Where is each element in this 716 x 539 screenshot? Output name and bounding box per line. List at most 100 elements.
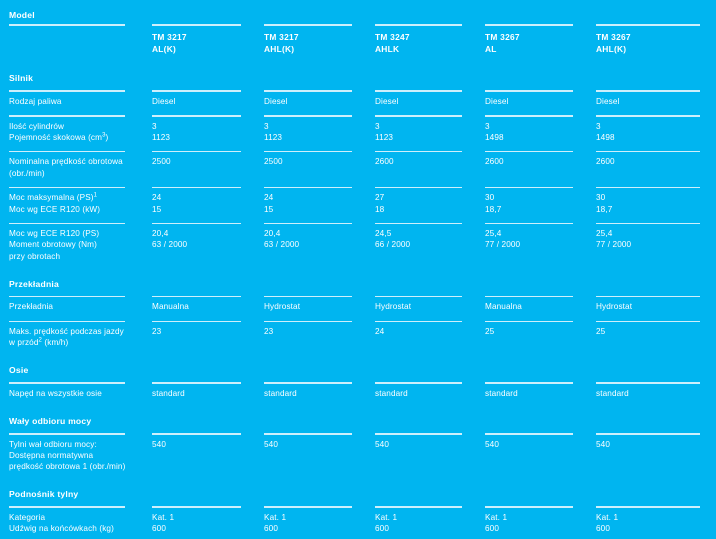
cell-cylinders-displacement-1: 3 1123 <box>145 112 257 148</box>
divider-rule <box>596 433 701 435</box>
cell-value-ece-ps: 25,4 <box>596 229 613 239</box>
row-label-max-power: Moc maksymalna (PS)1 <box>9 192 135 203</box>
divider-rule <box>596 506 701 508</box>
cell-cylinders-displacement-4: 3 1498 <box>478 112 589 148</box>
cell-value-category: Kat. 1 <box>375 512 398 522</box>
row-label-category: Kategoria <box>9 512 46 522</box>
row-all-wheel-drive: Napęd na wszystkie osie standard standar… <box>0 379 716 404</box>
model-column-1: TM 3217 AL(K) <box>145 24 257 61</box>
cell-value: Diesel <box>485 96 509 106</box>
cell-value-torque: 63 / 2000 <box>264 240 300 250</box>
divider-rule <box>264 186 352 189</box>
cell-value-displacement: 1123 <box>264 132 283 142</box>
row-label-displacement: Pojemność skokowa (cm3) <box>9 132 135 143</box>
divider-rule <box>9 506 125 508</box>
divider-rule <box>485 320 573 323</box>
divider-rule <box>264 506 352 508</box>
divider-rule <box>375 506 462 508</box>
cell-torque-3: 24,5 66 / 2000 <box>368 220 478 267</box>
divider-rule <box>264 115 352 117</box>
cell-category-capacity-1: Kat. 1 600 <box>145 503 257 539</box>
cell-value-ece-ps: 25,4 <box>485 229 502 239</box>
row-label-cell: Moc maksymalna (PS)1 Moc wg ECE R120 (kW… <box>0 184 145 220</box>
cell-max-speed-2: 23 <box>257 318 368 354</box>
cell-value: 540 <box>375 439 390 449</box>
cell-value-ps: 24 <box>264 193 274 203</box>
divider-rule <box>596 382 701 384</box>
cell-value-capacity: 600 <box>485 523 500 533</box>
cell-awd-5: standard <box>589 379 716 404</box>
divider-rule <box>152 115 241 117</box>
cell-max-speed-4: 25 <box>478 318 589 354</box>
divider-rule <box>596 186 701 189</box>
superscript-footnote: 1 <box>93 192 98 199</box>
divider-rule <box>264 382 352 384</box>
cell-max-speed-3: 24 <box>368 318 478 354</box>
divider-rule <box>485 24 573 26</box>
cell-value: Hydrostat <box>375 302 412 312</box>
section-title-pto: Wały odbioru mocy <box>9 416 92 427</box>
row-label-ece-kw: Moc wg ECE R120 (kW) <box>9 204 101 214</box>
divider-rule <box>375 150 462 153</box>
divider-rule <box>9 320 125 323</box>
divider-rule <box>152 186 241 189</box>
cell-category-capacity-3: Kat. 1 600 <box>368 503 478 539</box>
divider-rule <box>152 24 241 26</box>
cell-max-speed-1: 23 <box>145 318 257 354</box>
cell-rear-pto-2: 540 <box>257 430 368 477</box>
divider-rule <box>264 320 352 323</box>
cell-gearbox-4: Manualna <box>478 293 589 318</box>
cell-value: 2500 <box>264 157 283 167</box>
model-column-2: TM 3217 AHL(K) <box>257 24 368 61</box>
cell-value-kw: 18 <box>375 204 385 214</box>
model-name: TM 3217 <box>152 31 187 42</box>
model-column-4: TM 3267 AL <box>478 24 589 61</box>
cell-value-cylinders: 3 <box>264 121 269 131</box>
model-column-5: TM 3267 AHL(K) <box>589 24 716 61</box>
divider-rule <box>9 115 125 117</box>
cell-value: Hydrostat <box>264 302 301 312</box>
divider-rule <box>375 90 462 92</box>
divider-rule <box>264 433 352 435</box>
cell-category-capacity-4: Kat. 1 600 <box>478 503 589 539</box>
section-title-cell: Wały odbioru mocy <box>0 404 716 430</box>
row-label-cell: Rodzaj paliwa <box>0 87 145 112</box>
cell-value: standard <box>152 388 185 398</box>
cell-value: 23 <box>264 327 274 337</box>
cell-value: 2600 <box>596 157 615 167</box>
model-variant: AL(K) <box>152 43 177 54</box>
section-header-axles: Osie <box>0 353 716 379</box>
model-variant: AL <box>485 43 497 54</box>
section-header-pto: Wały odbioru mocy <box>0 404 716 430</box>
row-label: Przekładnia <box>9 302 54 312</box>
cell-value: standard <box>264 388 297 398</box>
row-label-at-rpm: przy obrotach <box>9 251 61 261</box>
cell-value: standard <box>485 388 518 398</box>
section-title-model: Model <box>9 10 35 20</box>
divider-rule <box>596 90 701 92</box>
specifications-table: Model TM 3217 AL(K) TM 3217 AHL(K) TM 32… <box>0 0 716 539</box>
cell-gearbox-5: Hydrostat <box>589 293 716 318</box>
cell-value: standard <box>596 388 629 398</box>
cell-value: Hydrostat <box>596 302 633 312</box>
cell-nominal-speed-3: 2600 <box>368 148 478 184</box>
divider-rule <box>596 320 701 323</box>
divider-rule <box>9 150 125 153</box>
divider-rule <box>485 150 573 153</box>
cell-value-category: Kat. 1 <box>485 512 508 522</box>
section-title-engine: Silnik <box>9 73 34 84</box>
cell-value: Diesel <box>264 96 288 106</box>
cell-value-cylinders: 3 <box>596 121 601 131</box>
row-cylinders-displacement: Ilość cylindrów Pojemność skokowa (cm3) … <box>0 112 716 148</box>
divider-rule <box>375 382 462 384</box>
row-label-line2: Dostępna normatywna <box>9 450 94 460</box>
row-label-line1: Tylni wał odbioru mocy: <box>9 439 97 449</box>
model-name: TM 3247 <box>375 31 410 42</box>
row-label-line1: Maks. prędkość podczas jazdy <box>9 327 124 337</box>
section-title-cell: Przekładnia <box>0 267 716 293</box>
row-nominal-speed: Nominalna prędkość obrotowa (obr./min) 2… <box>0 148 716 184</box>
divider-rule <box>375 186 462 189</box>
divider-rule <box>152 222 241 225</box>
divider-rule <box>375 320 462 323</box>
row-label-line2: w przód2 (km/h) <box>9 337 135 348</box>
